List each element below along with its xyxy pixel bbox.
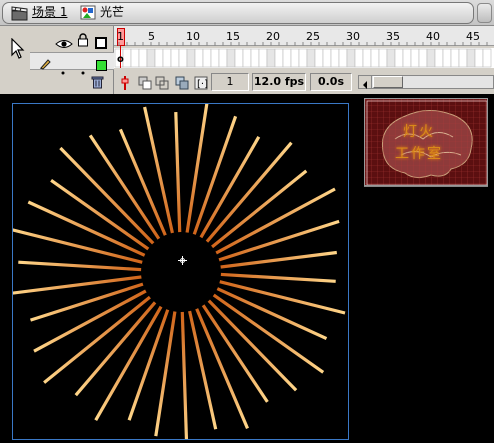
- scene-clapper-icon: [11, 6, 28, 21]
- library-preview[interactable]: 灯火 工作室: [364, 98, 488, 186]
- light-ray: [208, 272, 336, 283]
- modify-onion-markers-icon[interactable]: [·]: [194, 75, 208, 94]
- library-title-line1: 灯火: [403, 124, 435, 140]
- frame-cells-row[interactable]: o: [114, 46, 494, 68]
- svg-text:[·]: [·]: [197, 79, 208, 90]
- breadcrumb-scene-link[interactable]: 场景 1: [32, 6, 67, 19]
- breadcrumb-symbol-link[interactable]: 光芒: [100, 6, 124, 19]
- lock-icon[interactable]: [77, 32, 89, 51]
- elapsed-time-field[interactable]: 0.0s: [310, 73, 352, 91]
- crosshair-icon: [178, 250, 187, 269]
- mouse-cursor-icon: [11, 37, 25, 64]
- panel-divider: [364, 186, 488, 187]
- frame-cells[interactable]: [114, 48, 494, 68]
- graphic-symbol-icon: [80, 5, 97, 20]
- current-frame-field[interactable]: 1: [211, 73, 249, 91]
- scroll-left-arrow-icon[interactable]: [359, 76, 372, 89]
- layer-row[interactable]: [30, 52, 114, 75]
- light-ray: [10, 273, 154, 295]
- light-ray: [18, 260, 154, 272]
- light-ray: [180, 299, 189, 443]
- delete-layer-icon[interactable]: [91, 74, 104, 93]
- outline-toggle-icon[interactable]: [95, 34, 107, 53]
- layer-color-swatch[interactable]: [96, 56, 107, 75]
- light-ray: [30, 278, 155, 322]
- scroll-thumb[interactable]: [373, 76, 403, 88]
- onion-skin-icon[interactable]: [138, 75, 152, 94]
- lock-dot-icon[interactable]: [81, 60, 85, 79]
- onion-skin-outlines-icon[interactable]: [155, 75, 169, 94]
- show-hide-eye-icon[interactable]: [55, 34, 73, 53]
- edit-multiple-frames-icon[interactable]: [175, 75, 189, 94]
- light-ray: [8, 227, 155, 267]
- light-ray: [207, 219, 340, 266]
- timeline-status-row: [·] 1 12.0 fps 0.0s: [114, 70, 494, 94]
- library-title-line2: 工作室: [395, 146, 443, 162]
- light-ray: [59, 146, 163, 254]
- center-frame-icon[interactable]: [120, 75, 130, 94]
- light-ray: [127, 297, 174, 421]
- visible-dot-icon[interactable]: [61, 60, 65, 79]
- frame-rate-field[interactable]: 12.0 fps: [252, 73, 306, 91]
- timeline-horizontal-scrollbar[interactable]: [358, 75, 494, 89]
- frame-ruler[interactable]: 1 5 10 15 20 25 30 35 40 45: [114, 26, 494, 46]
- keyframe-marker[interactable]: o: [117, 55, 124, 65]
- breadcrumb-bar: 场景 1 光芒: [0, 0, 494, 26]
- center-hole: [141, 232, 221, 312]
- timeline-panel: 1 5 10 15 20 25 30 35 40 45 o [·] 1 12.0…: [0, 26, 494, 94]
- ruler-ticks: [118, 42, 488, 46]
- layer-panel: [0, 26, 114, 94]
- edit-scene-button[interactable]: [477, 3, 492, 23]
- light-ray: [154, 299, 179, 437]
- breadcrumb: [2, 2, 474, 24]
- light-ray: [208, 250, 337, 271]
- light-rays-graphic: [8, 99, 346, 443]
- light-ray: [188, 115, 238, 247]
- frames-area: 1 5 10 15 20 25 30 35 40 45 o [·] 1 12.0…: [114, 26, 494, 94]
- light-ray: [183, 99, 209, 245]
- pencil-icon: [39, 55, 51, 74]
- light-ray: [207, 277, 346, 315]
- stage-canvas[interactable]: [8, 99, 349, 443]
- light-ray: [174, 112, 182, 245]
